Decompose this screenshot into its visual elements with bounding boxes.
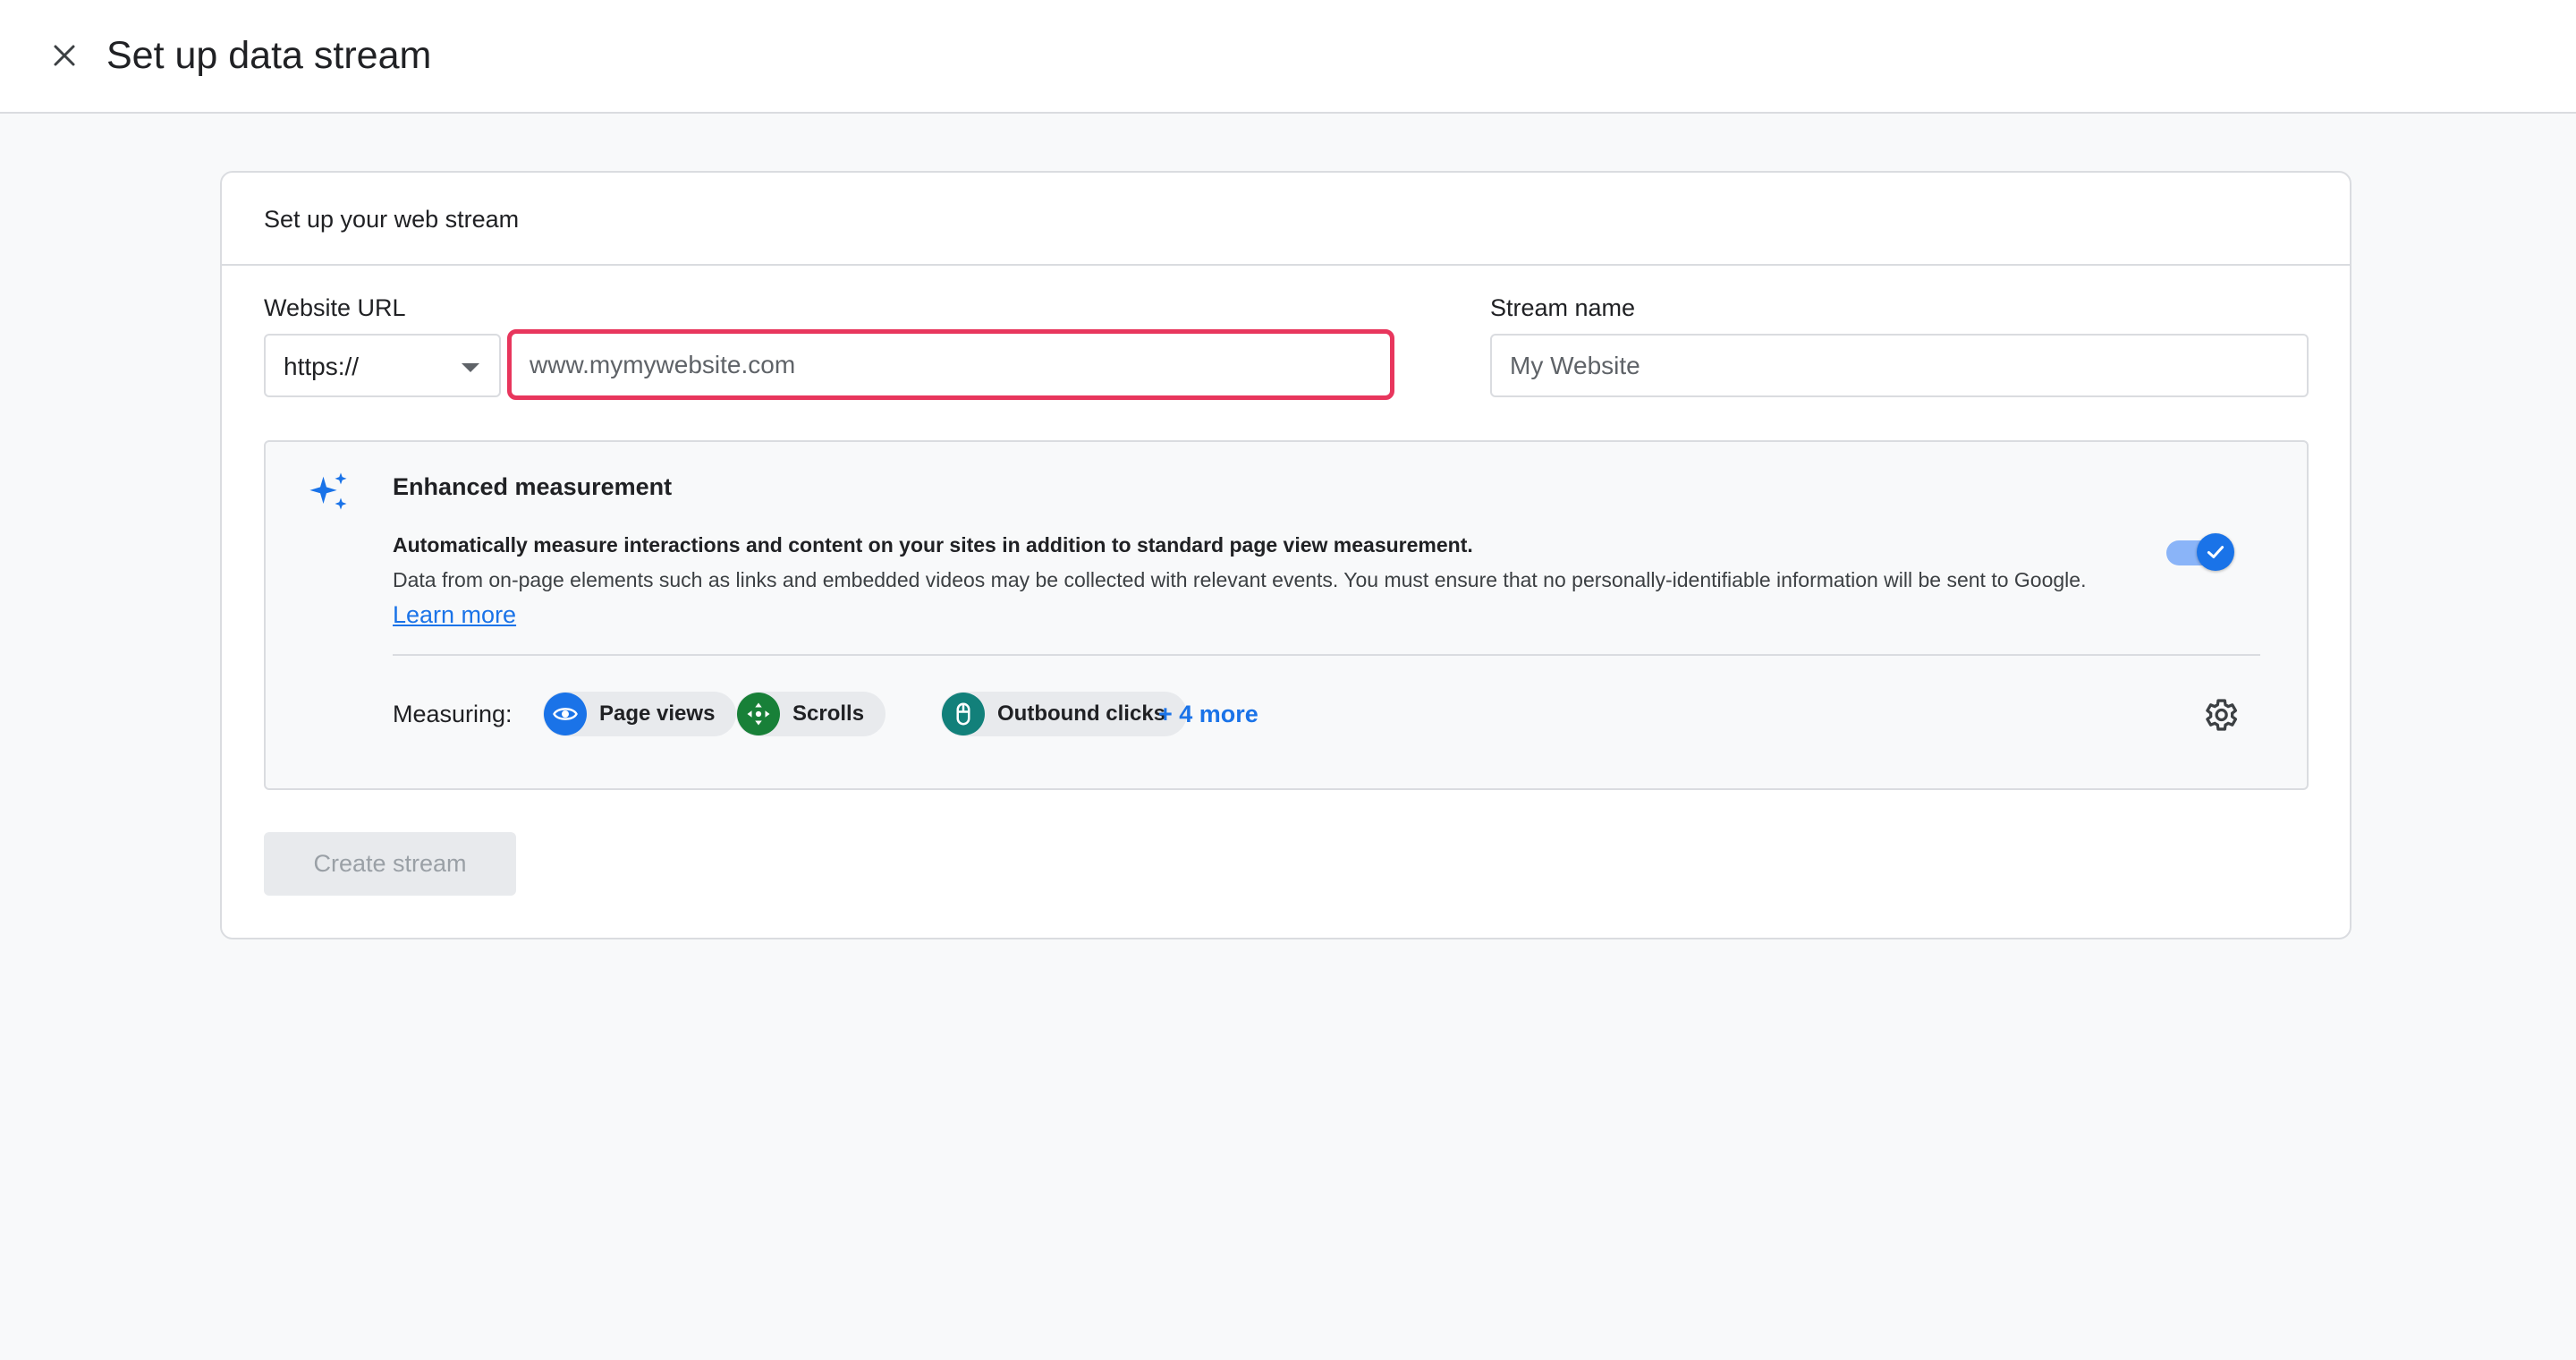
- create-stream-button[interactable]: Create stream: [264, 832, 516, 896]
- divider: [393, 654, 2260, 656]
- toggle-knob: [2197, 533, 2234, 571]
- chip-label: Scrolls: [792, 701, 865, 726]
- move-arrows-icon: [737, 693, 780, 735]
- card-title: Set up your web stream: [264, 206, 520, 233]
- sparkle-icon: [309, 472, 347, 510]
- enhanced-measurement-description: Data from on-page elements such as links…: [393, 563, 2137, 633]
- caret-down-icon: [462, 363, 479, 372]
- website-url-input[interactable]: [507, 329, 1394, 400]
- close-button[interactable]: [45, 36, 84, 75]
- gear-icon[interactable]: [2200, 695, 2240, 735]
- enhanced-measurement-summary: Automatically measure interactions and c…: [393, 533, 1473, 557]
- website-url-label: Website URL: [264, 294, 406, 321]
- protocol-value: https://: [284, 353, 360, 380]
- chip-scrolls: Scrolls: [736, 692, 886, 736]
- stream-name-input[interactable]: [1490, 334, 2309, 397]
- chip-label: Outbound clicks: [997, 701, 1166, 726]
- protocol-select[interactable]: https://: [264, 334, 501, 397]
- chip-label: Page views: [599, 701, 716, 726]
- card-header: Set up your web stream: [222, 173, 2350, 266]
- stream-name-label: Stream name: [1490, 294, 1636, 321]
- enhanced-measurement-title: Enhanced measurement: [393, 473, 673, 500]
- check-icon: [2207, 546, 2224, 558]
- top-bar: Set up data stream: [0, 0, 2576, 114]
- enhanced-measurement-toggle[interactable]: [2166, 533, 2234, 573]
- page-title: Set up data stream: [106, 34, 432, 77]
- mouse-icon: [942, 693, 985, 735]
- close-icon: [54, 45, 75, 66]
- description-text: Data from on-page elements such as links…: [393, 568, 2087, 591]
- measuring-label: Measuring:: [393, 701, 513, 727]
- eye-icon: [544, 693, 587, 735]
- learn-more-link[interactable]: Learn more: [393, 601, 516, 628]
- chip-outbound-clicks: Outbound clicks: [941, 692, 1188, 736]
- enhanced-measurement-panel: Enhanced measurement Automatically measu…: [264, 440, 2309, 790]
- chip-page-views: Page views: [543, 692, 737, 736]
- more-measurements-link[interactable]: + 4 more: [1158, 698, 1258, 730]
- web-stream-card: Set up your web stream Website URL https…: [220, 171, 2351, 939]
